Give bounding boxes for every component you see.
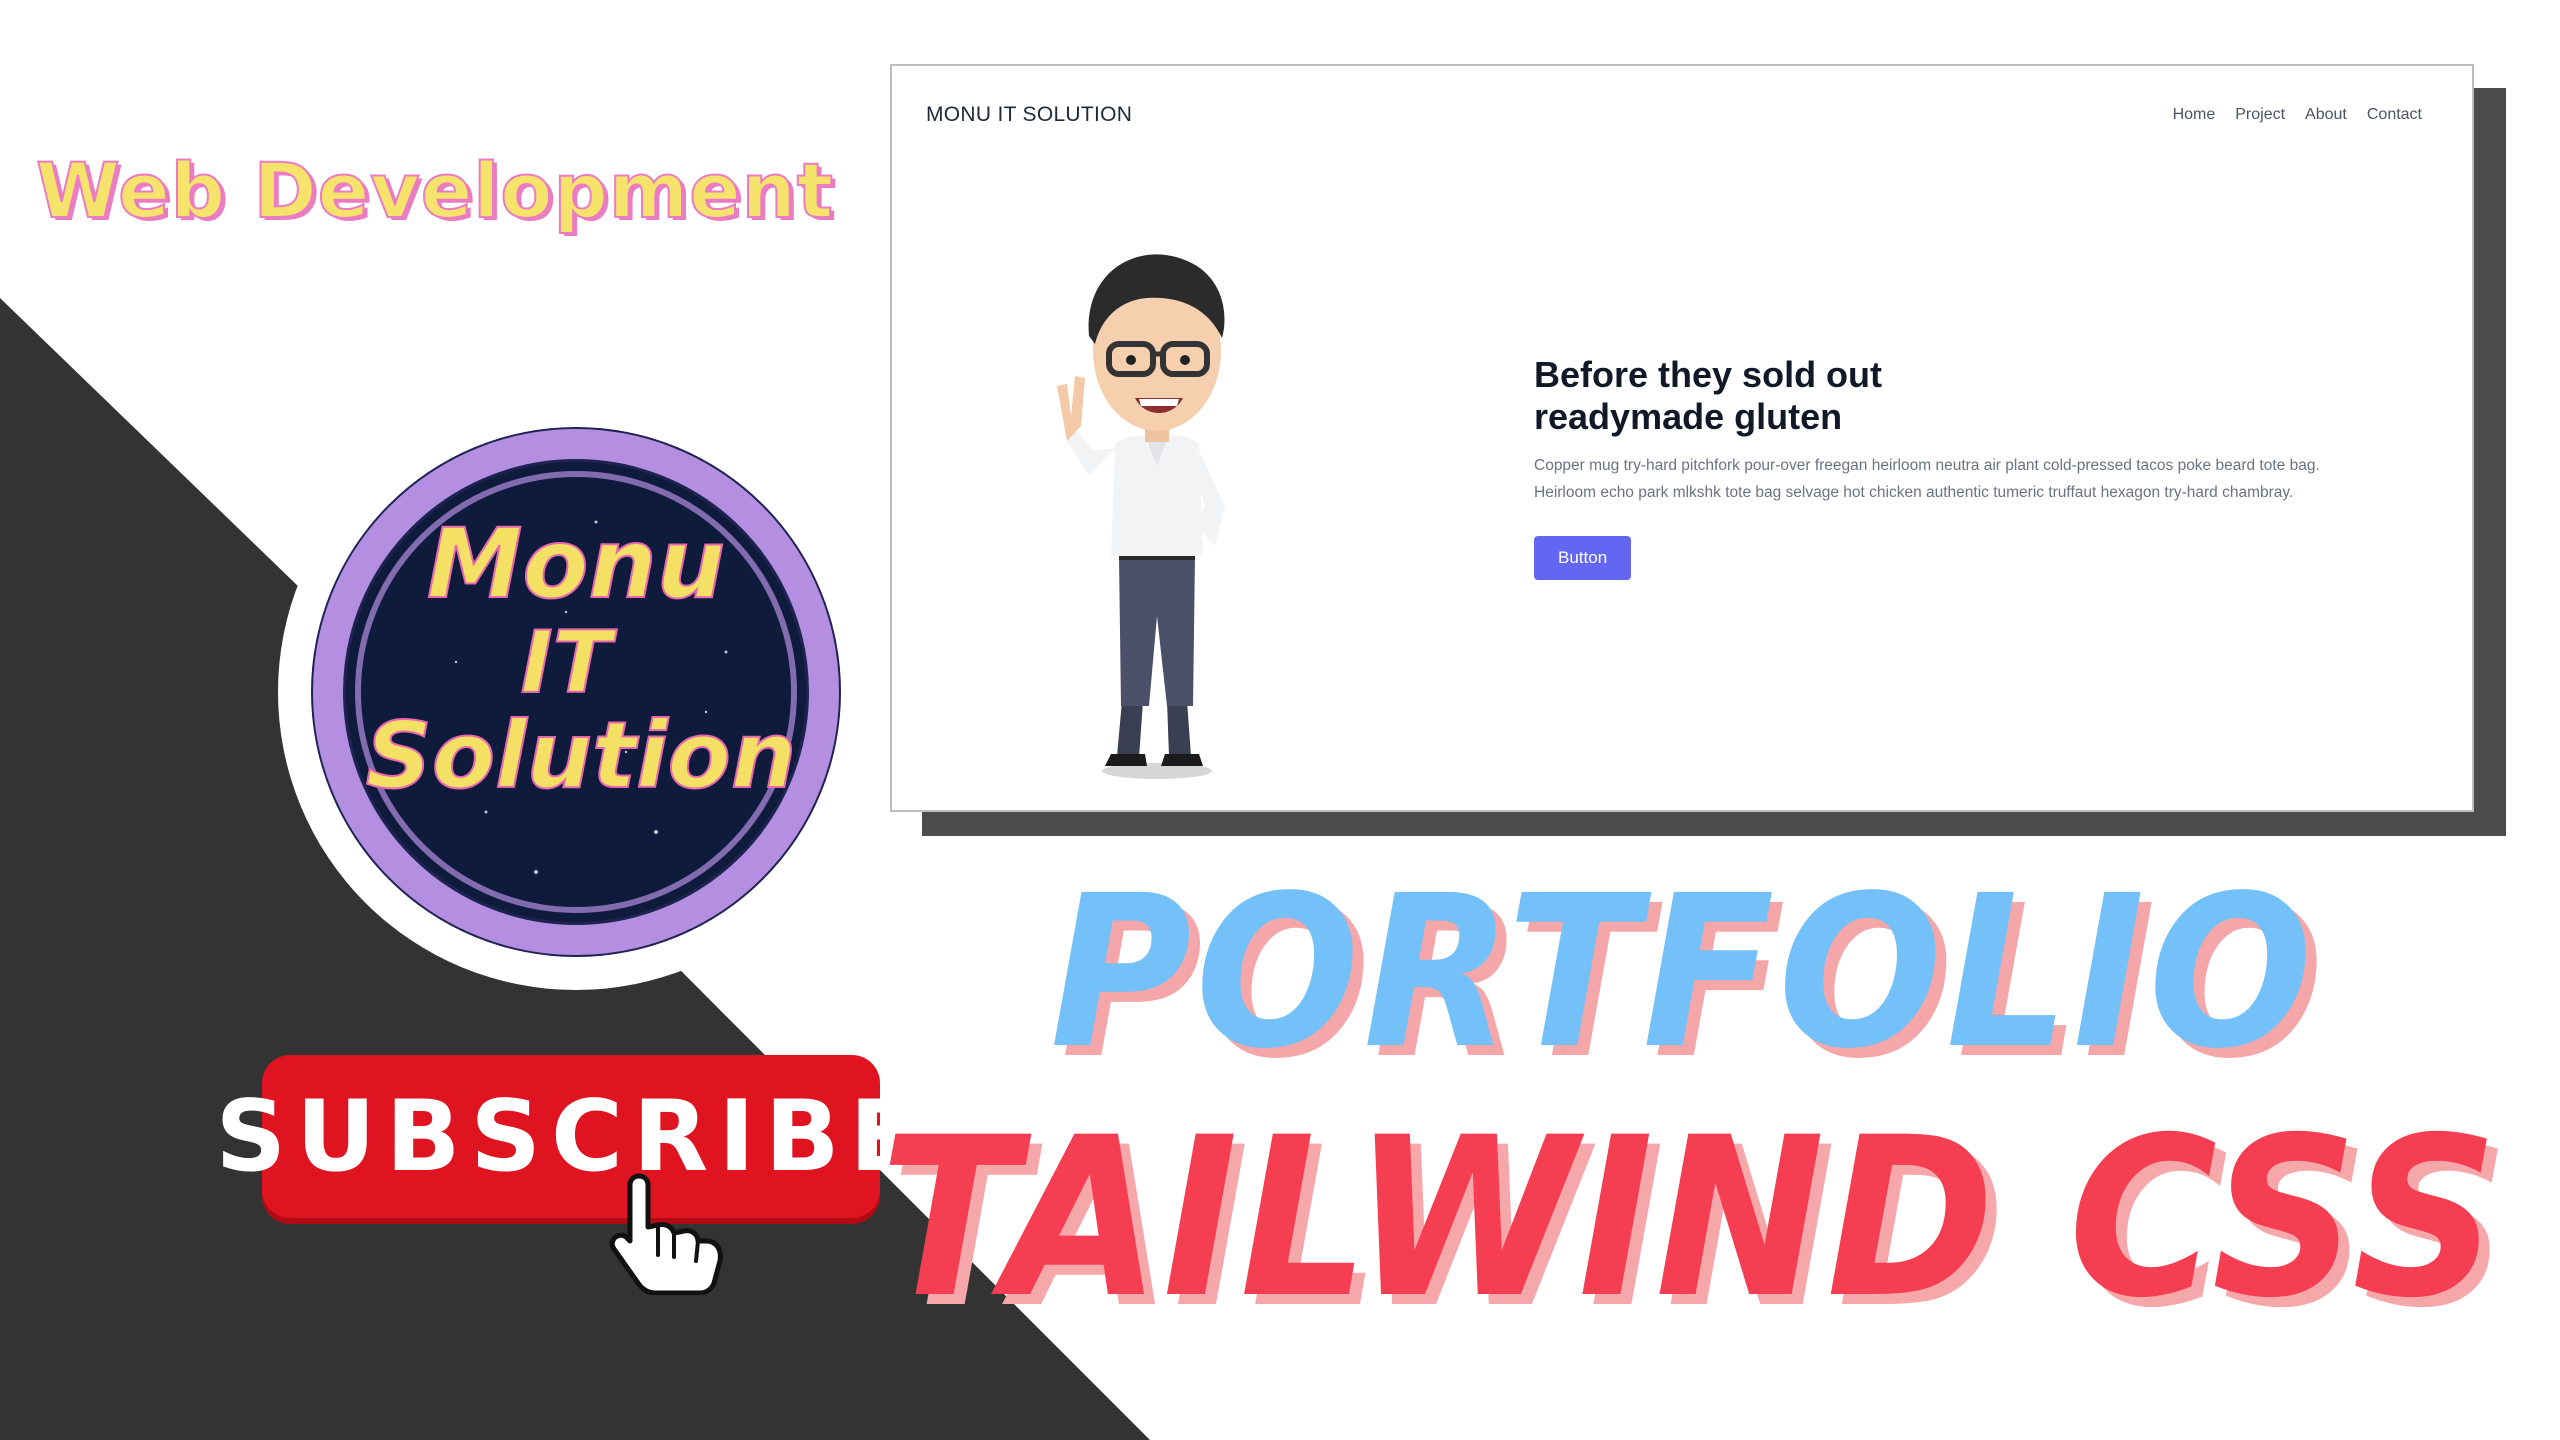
nav-link-home[interactable]: Home [2173, 106, 2216, 124]
hero-cta-button[interactable]: Button [1534, 536, 1632, 580]
logo-text-line2: IT [521, 613, 618, 713]
hero-title-line1: Before they sold out [1534, 354, 1883, 395]
cartoon-avatar-illustration [1057, 254, 1225, 779]
logo-text-line3: Solution [366, 702, 797, 809]
nav-link-project[interactable]: Project [2235, 106, 2285, 124]
headline-portfolio: PORTFOLIO [1050, 850, 2317, 1095]
preview-brand[interactable]: MONU IT SOLUTION [926, 103, 1132, 127]
subscribe-label: SUBSCRIBE [215, 1079, 927, 1194]
website-preview: MONU IT SOLUTION Home Project About Cont… [890, 64, 2474, 812]
preview-nav-links: Home Project About Contact [2173, 106, 2422, 124]
hero-title-line2: readymade gluten [1534, 396, 1843, 437]
hero-desc-line2: Heirloom echo park mlkshk tote bag selva… [1534, 484, 2294, 501]
preview-navbar: MONU IT SOLUTION Home Project About Cont… [926, 84, 2422, 146]
hero-title: Before they sold out readymade gluten [1534, 354, 2434, 438]
hero-section: Before they sold out readymade gluten Co… [1534, 354, 2434, 580]
pointer-hand-icon [609, 1173, 723, 1295]
monu-it-solution-logo: Monu IT Solution [278, 394, 874, 990]
nav-link-about[interactable]: About [2305, 106, 2347, 124]
logo-text-line1: Monu [427, 508, 725, 620]
web-development-heading: Web Development [35, 145, 835, 236]
subscribe-button[interactable]: SUBSCRIBE [216, 1055, 916, 1218]
hero-description: Copper mug try-hard pitchfork pour-over … [1534, 452, 2434, 506]
headline-tailwind-css: TAILWIND CSS [880, 1090, 2500, 1346]
nav-link-contact[interactable]: Contact [2367, 106, 2422, 124]
hero-desc-line1: Copper mug try-hard pitchfork pour-over … [1534, 457, 2320, 474]
